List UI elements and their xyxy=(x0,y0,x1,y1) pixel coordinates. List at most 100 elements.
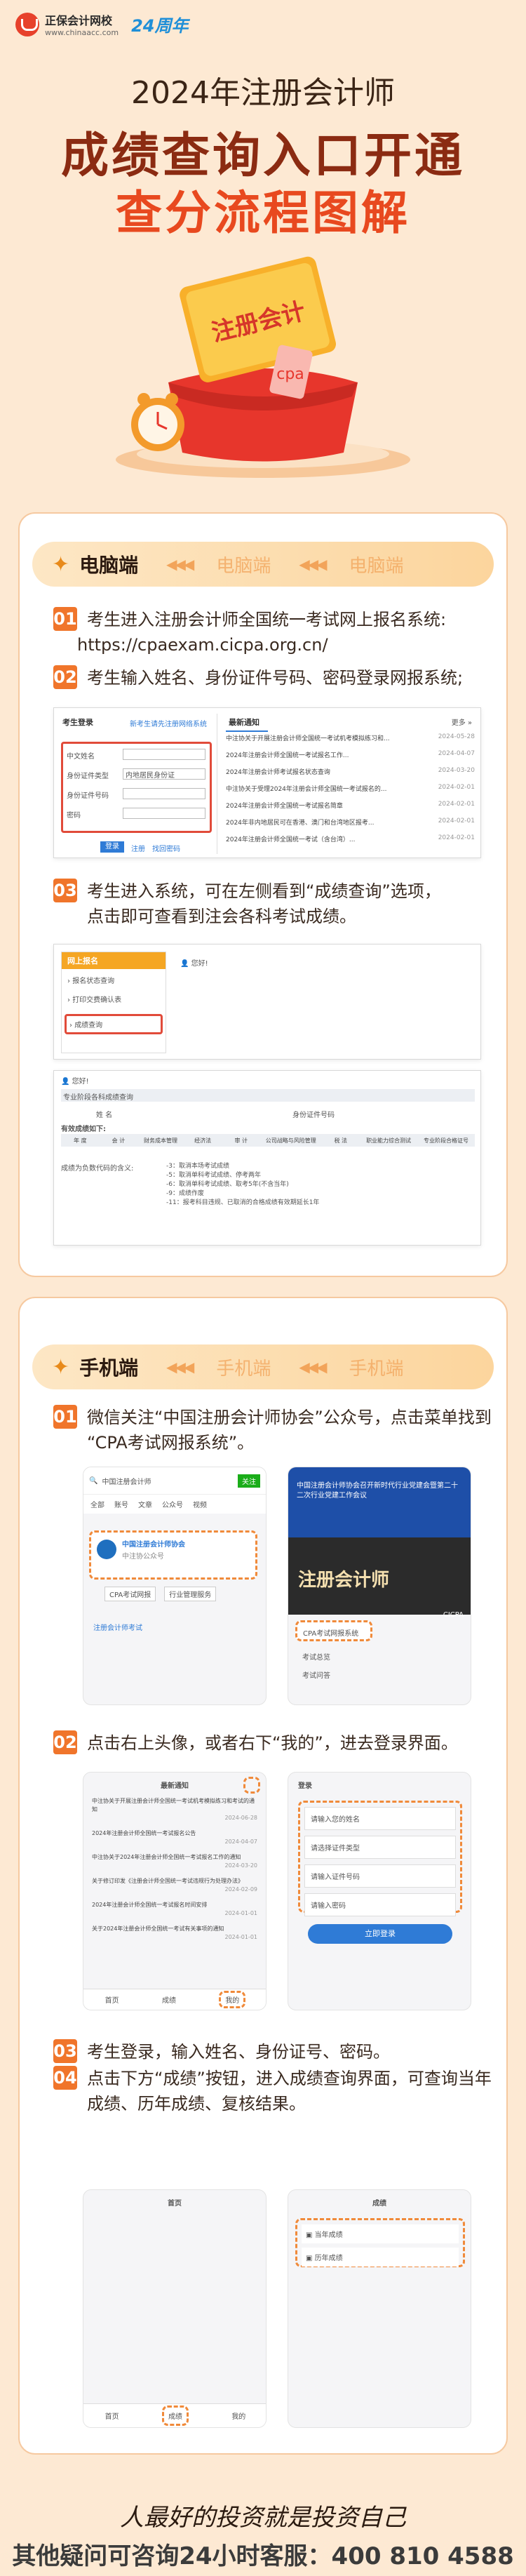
notice-item[interactable]: 关于修订印发《注册会计师全国统一考试违规行为处理办法》 2024-02-09 xyxy=(92,1877,257,1894)
tab-mobile[interactable]: ✦ 手机端 ◀◀◀ 手机端 ◀◀◀ 手机端 xyxy=(32,1344,494,1389)
follow-button[interactable]: 关注 xyxy=(238,1474,260,1488)
score-item-label: 历年成绩 xyxy=(314,2255,343,2262)
note-line: -9：成绩作废 xyxy=(166,1190,204,1197)
menu-item-status[interactable]: › 报名状态查询 xyxy=(62,969,166,988)
menu-sub-item[interactable]: 考试问答 xyxy=(302,1669,330,1680)
hero-notes: cpa xyxy=(276,366,304,383)
register-link[interactable]: 注册 xyxy=(131,843,145,853)
account-result-highlight[interactable]: 中国注册会计师协会 中注协公众号 xyxy=(89,1530,257,1580)
id-type-select[interactable]: 请选择证件类型 xyxy=(304,1836,456,1859)
notice-item-title: 中注协关于开展注册会计师全国统一考试机考模拟练习和考试的通知 xyxy=(92,1798,255,1813)
valid-scores-label: 有效成绩如下: xyxy=(61,1126,106,1133)
news-item[interactable]: 中注协关于受理2024年注册会计师全国统一考试报名的... 2024-02-01 xyxy=(226,784,475,801)
news-title: 最新通知 xyxy=(226,714,268,732)
nav-scores[interactable]: 成绩 xyxy=(162,1994,176,2005)
wechat-search-phone: 🔍 中国注册会计师 关注 全部 账号 文章 公众号 视频 中国注册会计师协会 中… xyxy=(83,1467,267,1705)
step-text-2: 成绩、历年成绩、复核结果。 xyxy=(87,2094,306,2114)
step-text: 点击右上头像，或者右下“我的”，进去登录界面。 xyxy=(87,1733,458,1753)
scores-title: 成绩 xyxy=(372,2200,386,2208)
nav-me[interactable]: 我的 xyxy=(219,1991,246,2008)
brand-logo: 正保会计网校 www.chinaacc.com 24周年 xyxy=(15,11,189,37)
step-text: 考生进入注册会计师全国统一考试网上报名系统: xyxy=(87,610,447,629)
news-item[interactable]: 2024年注册会计师考试报名状态查询 2024-03-20 xyxy=(226,767,475,784)
notice-item[interactable]: 中注协关于开展注册会计师全国统一考试机考模拟练习和考试的通知 2024-06-28 xyxy=(92,1797,257,1822)
news-item[interactable]: 2024年非内地居民可在香港、澳门和台湾地区报考... 2024-02-01 xyxy=(226,817,475,834)
nav-home[interactable]: 首页 xyxy=(105,2410,119,2421)
nav-home[interactable]: 首页 xyxy=(105,1994,119,2005)
current-year-score-item[interactable]: ▣ 当年成绩 xyxy=(302,2224,459,2243)
score-header: 专业阶段各科成绩查询 xyxy=(61,1089,475,1102)
password-input[interactable]: 请输入密码 xyxy=(304,1893,456,1916)
filter-tab[interactable]: 视频 xyxy=(193,1499,207,1509)
menu-item-score-query[interactable]: › 成绩查询 xyxy=(65,1014,163,1034)
note-line: -11：报考科目违规、已取消的合格成绩有效期延长1年 xyxy=(166,1199,320,1206)
menu-item-print[interactable]: › 打印交费确认表 xyxy=(62,988,166,1007)
nav-me[interactable]: 我的 xyxy=(231,2410,245,2421)
step-number: 02 xyxy=(53,1730,77,1754)
tab-pc[interactable]: ✦ 电脑端 ◀◀◀ 电脑端 ◀◀◀ 电脑端 xyxy=(32,542,494,587)
footer-slogan: 人最好的投资就是投资自己 xyxy=(120,2504,406,2532)
news-item-date: 2024-02-01 xyxy=(438,784,475,791)
mobile-step-3: 03 考生登录，输入姓名、身份证号、密码。 xyxy=(53,2039,390,2064)
filter-tab[interactable]: 公众号 xyxy=(162,1499,183,1509)
mobile-login-button[interactable]: 立即登录 xyxy=(308,1924,452,1944)
notice-item[interactable]: 2024年注册会计师全国统一考试报名时间安排 2024-01-01 xyxy=(92,1901,257,1918)
name-label: 姓 名 xyxy=(96,1112,113,1119)
news-item-title: 2024年注册会计师考试报名状态查询 xyxy=(226,769,330,776)
filter-tab[interactable]: 文章 xyxy=(138,1499,152,1509)
arrows-icon: ◀◀◀ xyxy=(299,556,327,573)
step-number: 03 xyxy=(53,2039,77,2063)
id-number-input[interactable]: 请输入证件号码 xyxy=(304,1864,456,1888)
exam-system-link[interactable]: https://cpaexam.cicpa.org.cn/ xyxy=(77,632,446,658)
mobile-step-1: 01 微信关注“中国注册会计师协会”公众号，点击菜单找到 “CPA考试网报系统”… xyxy=(53,1405,492,1455)
column-header: 会 计 xyxy=(112,1137,126,1144)
arrows-icon: ◀◀◀ xyxy=(166,556,194,573)
field-label-id-number: 身份证件号码 xyxy=(67,792,109,800)
name-input[interactable] xyxy=(123,749,205,760)
menu-sub-item[interactable]: 考试总览 xyxy=(302,1651,330,1662)
notice-item[interactable]: 中注协关于2024年注册会计师全国统一考试报名工作的通知 2024-03-20 xyxy=(92,1853,257,1870)
sub-account-name[interactable]: 注册会计师考试 xyxy=(93,1622,142,1632)
nav-scores[interactable]: 成绩 xyxy=(161,2405,189,2426)
brand-url: www.chinaacc.com xyxy=(45,28,119,37)
sparkle-icon: ✦ xyxy=(52,552,70,577)
menu-item-label: 成绩查询 xyxy=(74,1022,103,1029)
home-phone: 首页 首页 成绩 我的 xyxy=(83,2189,267,2428)
forgot-password-link[interactable]: 找回密码 xyxy=(152,843,180,853)
name-input[interactable]: 请输入您的姓名 xyxy=(304,1807,456,1830)
menu-item-label: CPA考试网报系统 xyxy=(303,1630,359,1638)
news-item[interactable]: 2024年注册会计师全国统一考试（含台湾）... 2024-02-01 xyxy=(226,834,475,851)
step-text: 点击下方“成绩”按钮，进入成绩查询界面，可查询当年 xyxy=(87,2069,492,2088)
filter-tab[interactable]: 账号 xyxy=(114,1499,128,1509)
notice-item-date: 2024-06-28 xyxy=(224,1815,258,1821)
login-button[interactable]: 登录 xyxy=(100,841,124,853)
news-item[interactable]: 2024年注册会计师全国统一考试报名工作... 2024-04-07 xyxy=(226,750,475,767)
hero-illustration: 注册会计 cpa xyxy=(105,249,421,481)
id-number-input[interactable] xyxy=(123,788,205,799)
news-banner[interactable]: 中国注册会计师协会召开新时代行业党建会暨第二十二次行业党建工作会议 xyxy=(288,1467,471,1537)
step-text-2: “CPA考试网报系统”。 xyxy=(87,1433,255,1453)
cpa-system-menu-item[interactable]: CPA考试网报系统 xyxy=(295,1620,372,1641)
step-text-2: 点击即可查看到注会各科考试成绩。 xyxy=(87,907,356,926)
notice-item[interactable]: 2024年注册会计师全国统一考试报名公告 2024-04-07 xyxy=(92,1829,257,1846)
login-notice[interactable]: 新考生请先注册网络系统 xyxy=(130,718,207,728)
field-label-name: 中文姓名 xyxy=(67,753,95,761)
news-item[interactable]: 中注协关于开展注册会计师全国统一考试机考模拟练习和... 2024-05-28 xyxy=(226,733,475,750)
bottom-nav: 首页 成绩 我的 xyxy=(83,2403,266,2427)
id-type-select[interactable]: 内地居民身份证 xyxy=(123,768,205,780)
pc-menu-screenshot: 网上报名 › 报名状态查询 › 打印交费确认表 › 成绩查询 👤 您好! xyxy=(53,944,481,1060)
header-year: 2024年注册会计师 xyxy=(131,75,395,111)
history-score-item[interactable]: ▣ 历年成绩 xyxy=(302,2248,459,2267)
news-item[interactable]: 2024年注册会计师全国统一考试报名简章 2024-02-01 xyxy=(226,801,475,817)
news-item-title: 2024年注册会计师全国统一考试报名简章 xyxy=(226,803,343,810)
wechat-search-input[interactable]: 中国注册会计师 xyxy=(102,1476,151,1486)
account-menu-item[interactable]: CPA考试网报 xyxy=(104,1587,156,1601)
password-input[interactable] xyxy=(123,808,205,819)
wechat-filter-tabs: 全部 账号 文章 公众号 视频 xyxy=(83,1494,266,1514)
filter-tab[interactable]: 全部 xyxy=(90,1499,104,1509)
notice-item[interactable]: 关于2024年注册会计师全国统一考试有关事项的通知 2024-01-01 xyxy=(92,1925,257,1942)
id-label: 身份证件号码 xyxy=(292,1112,335,1119)
account-menu-item[interactable]: 行业管理服务 xyxy=(164,1587,217,1601)
news-more-link[interactable]: 更多 » xyxy=(452,716,472,727)
avatar-icon-highlight[interactable] xyxy=(243,1777,260,1794)
